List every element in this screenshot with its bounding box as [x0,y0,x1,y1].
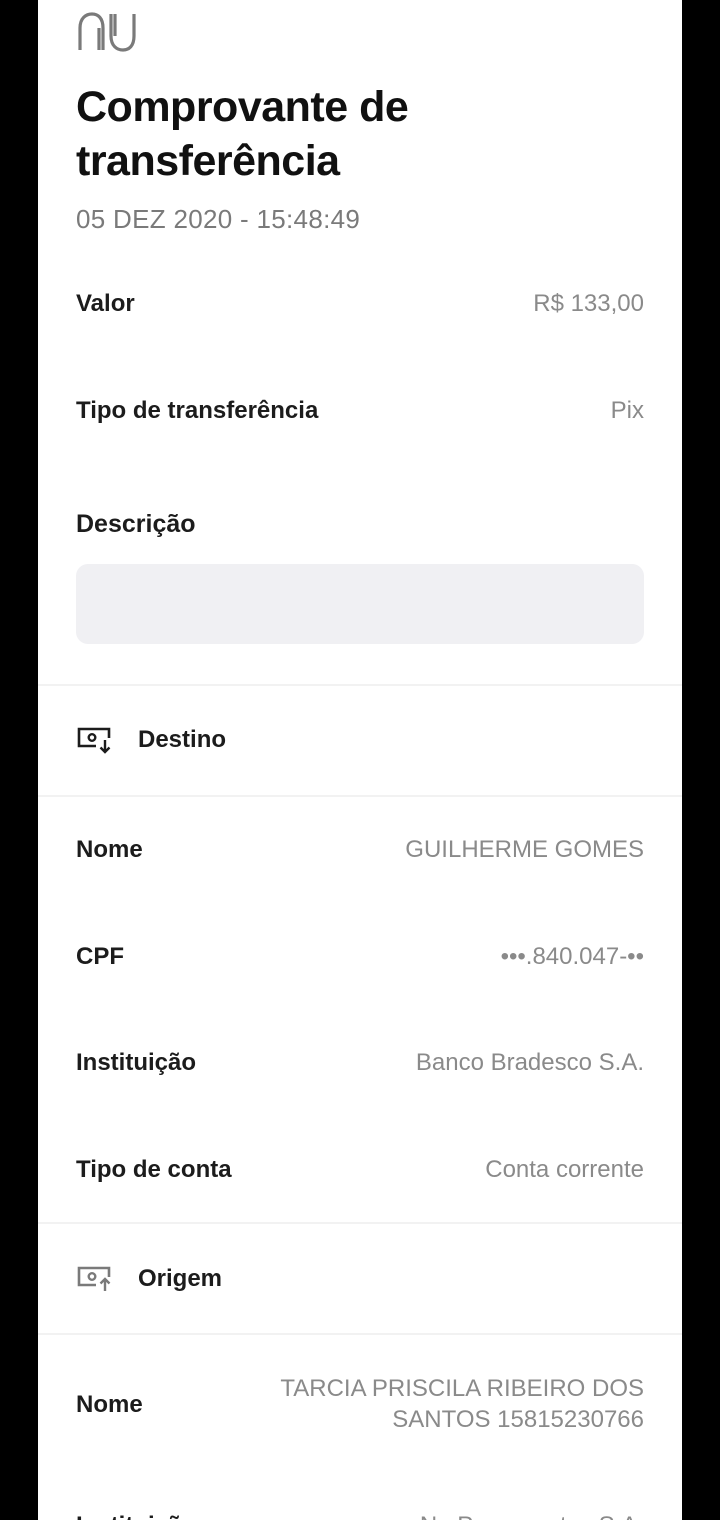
screen-upload-icon [77,1266,111,1291]
destino-nome-label: Nome [76,836,143,863]
destino-tipo-conta-row: Tipo de conta Conta corrente [76,1150,644,1190]
destino-nome-value: GUILHERME GOMES [405,836,644,863]
screen-download-icon [77,727,111,754]
origem-title: Origem [138,1265,223,1292]
receipt-page: Comprovante de transferência 05 DEZ 2020… [38,0,682,1520]
divider [38,1333,682,1335]
destino-cpf-value: •••.840.047-•• [500,943,644,970]
origem-nome-label: Nome [76,1391,143,1418]
origem-nome-value: TARCIA PRISCILA RIBEIRO DOS SANTOS 15815… [264,1373,644,1435]
tipo-transferencia-label: Tipo de transferência [76,397,319,424]
tipo-transferencia-row: Tipo de transferência Pix [76,391,644,431]
nu-logo-icon [78,12,136,52]
valor-label: Valor [76,290,135,317]
origem-instituicao-label: Instituição [76,1506,196,1520]
origem-instituicao-value: Nu Pagamentos S.A. [420,1506,644,1520]
destino-cpf-label: CPF [76,943,124,970]
divider [38,795,682,797]
destino-cpf-row: CPF •••.840.047-•• [76,937,644,977]
title-line-2: transferência [76,137,340,185]
destino-tipo-conta-value: Conta corrente [485,1156,644,1183]
valor-row: Valor R$ 133,00 [76,284,644,324]
destino-instituicao-value: Banco Bradesco S.A. [415,1049,644,1076]
page-title: Comprovante de transferência [76,80,636,188]
destino-nome-row: Nome GUILHERME GOMES [76,830,644,870]
origem-instituicao-row: Instituição Nu Pagamentos S.A. [76,1506,644,1520]
destino-title: Destino [138,726,227,753]
divider [38,1222,682,1224]
valor-value: R$ 133,00 [533,290,644,317]
destino-header: Destino [76,720,644,760]
transfer-datetime: 05 DEZ 2020 - 15:48:49 [76,204,361,234]
title-line-1: Comprovante de [76,83,409,131]
origem-nome-line-1: TARCIA PRISCILA RIBEIRO DOS [280,1375,644,1402]
tipo-transferencia-value: Pix [610,397,644,424]
origem-header: Origem [76,1259,644,1299]
descricao-label: Descrição [76,510,196,538]
descricao-box [76,564,644,644]
destino-instituicao-label: Instituição [76,1049,197,1076]
divider [38,684,682,686]
origem-nome-line-2: SANTOS 15815230766 [392,1406,644,1433]
destino-instituicao-row: Instituição Banco Bradesco S.A. [76,1043,644,1083]
destino-tipo-conta-label: Tipo de conta [76,1156,232,1183]
origem-nome-row: Nome TARCIA PRISCILA RIBEIRO DOS SANTOS … [76,1373,644,1437]
